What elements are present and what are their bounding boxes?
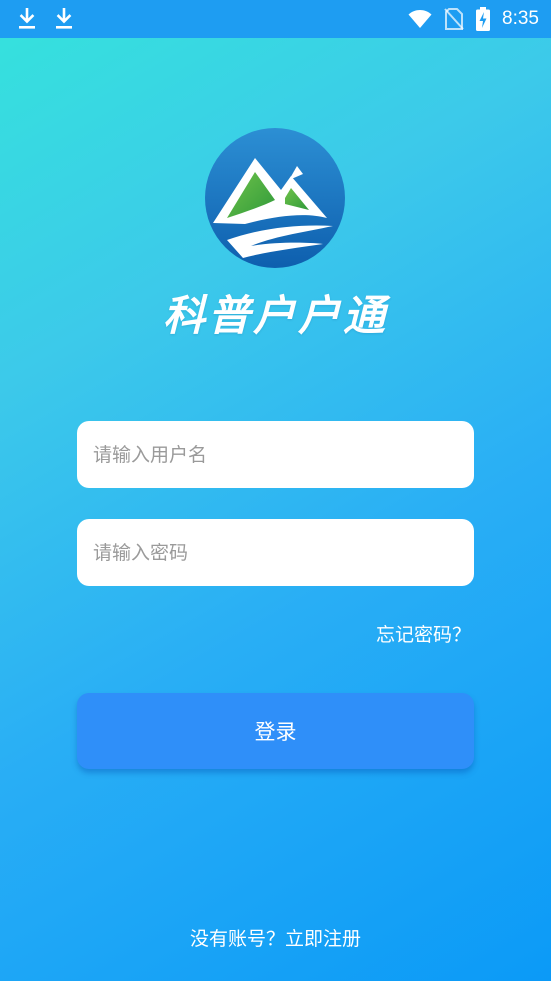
status-time: 8:35 [502,8,539,29]
login-button[interactable]: 登录 [77,693,474,769]
password-input[interactable] [93,541,474,564]
app-title: 科普户户通 [162,291,388,340]
mountain-logo-icon [205,128,345,268]
status-icons: 8:35 [408,6,539,32]
download-icon [56,8,72,29]
status-bar: 8:35 [0,0,551,38]
username-field-container[interactable] [77,421,474,488]
password-field-container[interactable] [77,519,474,586]
forgot-password-link[interactable]: 忘记密码？ [376,620,471,647]
wifi-icon [408,10,432,28]
username-input[interactable] [93,443,474,466]
login-screen: 8:35 科普户户通 忘记密码？ 登录 没有账号？立即注册 [0,0,551,981]
register-link[interactable]: 没有账号？立即注册 [0,924,551,951]
no-sim-icon [444,8,464,30]
download-icon [19,8,35,29]
battery-charging-icon [476,7,491,31]
